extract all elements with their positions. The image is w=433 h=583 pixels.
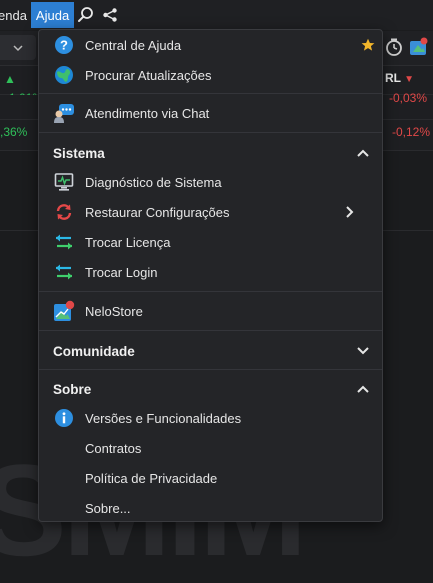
menu-item-label: Contratos xyxy=(85,440,142,456)
bg-row2-left-value: ,36% xyxy=(0,125,28,139)
menu-item-procurar-atualizacoes[interactable]: Procurar Atualizações xyxy=(39,61,382,89)
bg-row1-right-value: -0,03% xyxy=(389,91,428,105)
globe-icon xyxy=(53,64,75,86)
menu-item-label: Diagnóstico de Sistema xyxy=(85,174,222,190)
chevron-down-icon xyxy=(13,44,23,51)
svg-text:?: ? xyxy=(60,38,68,53)
menu-item-label: NeloStore xyxy=(85,303,143,319)
menu-ajuda[interactable]: Ajuda xyxy=(30,2,75,28)
bg-row1-right-label: RL ▼ xyxy=(385,71,415,85)
bg-up-arrow: ▲ xyxy=(4,72,16,86)
menu-separator xyxy=(39,369,382,370)
swap-icon xyxy=(53,261,75,283)
menu-item-restaurar-configuracoes[interactable]: Restaurar Configurações xyxy=(39,198,382,226)
menu-item-label: Central de Ajuda xyxy=(85,37,182,53)
section-title: Comunidade xyxy=(53,343,135,359)
menu-separator xyxy=(39,132,382,133)
menu-item-label: Trocar Login xyxy=(85,264,158,280)
menu-item-politica-de-privacidade[interactable]: Política de Privacidade xyxy=(39,464,382,492)
menu-separator xyxy=(39,93,382,94)
menu-item-trocar-login[interactable]: Trocar Login xyxy=(39,258,382,286)
help-icon: ? xyxy=(53,34,75,56)
store-icon xyxy=(53,300,75,322)
menu-item-nelostore[interactable]: NeloStore xyxy=(39,297,382,325)
clock-icon[interactable] xyxy=(383,36,405,58)
chat-icon xyxy=(53,102,75,124)
menu-item-label: Restaurar Configurações xyxy=(85,204,230,220)
swap-icon xyxy=(53,231,75,253)
chevron-up-icon xyxy=(355,381,371,397)
menu-agenda[interactable]: enda xyxy=(0,0,31,30)
menu-item-versoes-e-funcionalidades[interactable]: Versões e Funcionalidades xyxy=(39,404,382,432)
menu-item-central-de-ajuda[interactable]: ? Central de Ajuda xyxy=(39,31,382,59)
menu-item-label: Versões e Funcionalidades xyxy=(85,410,242,426)
star-icon[interactable] xyxy=(361,38,375,52)
menu-item-label: Trocar Licença xyxy=(85,234,171,250)
restore-icon xyxy=(53,201,75,223)
section-comunidade-header[interactable]: Comunidade xyxy=(39,337,382,365)
bg-row2-right-value: -0,12% xyxy=(392,125,431,139)
info-icon xyxy=(53,407,75,429)
menu-item-label: Sobre... xyxy=(85,500,131,516)
background-dropdown[interactable] xyxy=(0,35,36,60)
menu-item-atendimento-via-chat[interactable]: Atendimento via Chat xyxy=(39,99,382,127)
menu-item-sobre[interactable]: Sobre... xyxy=(39,494,382,522)
section-title: Sistema xyxy=(53,145,105,161)
menu-item-label: Atendimento via Chat xyxy=(85,105,210,121)
chevron-right-icon xyxy=(346,206,354,218)
app-switch-icon[interactable] xyxy=(407,36,429,58)
monitor-diagnostic-icon xyxy=(53,171,75,193)
search-icon[interactable] xyxy=(74,0,98,30)
menu-item-diagnostico-de-sistema[interactable]: Diagnóstico de Sistema xyxy=(39,168,382,196)
section-title: Sobre xyxy=(53,381,92,397)
menu-item-contratos[interactable]: Contratos xyxy=(39,434,382,462)
menu-item-trocar-licenca[interactable]: Trocar Licença xyxy=(39,228,382,256)
menu-separator xyxy=(39,330,382,331)
chevron-up-icon xyxy=(355,145,371,161)
section-sobre-header[interactable]: Sobre xyxy=(39,375,382,403)
share-icon[interactable] xyxy=(98,0,122,30)
menubar: enda Ajuda xyxy=(0,0,433,30)
menu-item-label: Procurar Atualizações xyxy=(85,67,212,83)
ajuda-dropdown-menu: ? Central de Ajuda Procurar Atualizações xyxy=(38,29,383,522)
section-sistema-header[interactable]: Sistema xyxy=(39,139,382,167)
chevron-down-icon xyxy=(355,343,371,359)
menu-separator xyxy=(39,291,382,292)
menu-item-label: Política de Privacidade xyxy=(85,470,218,486)
